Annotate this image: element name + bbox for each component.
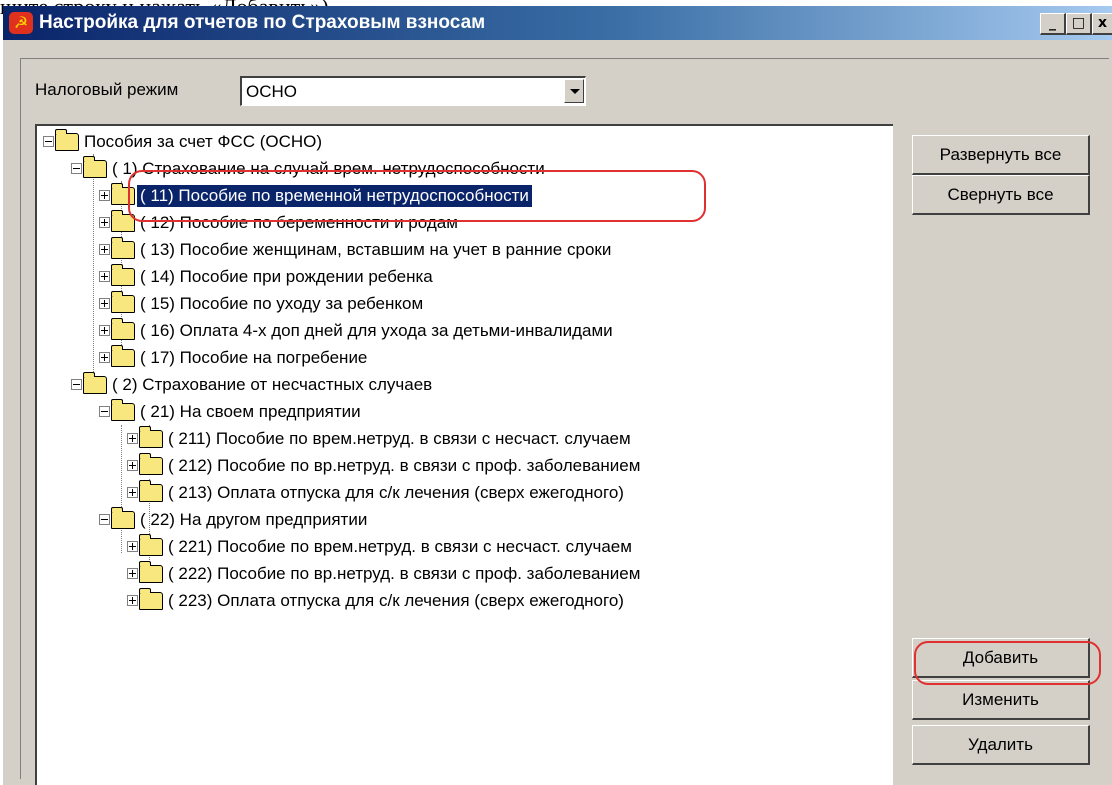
folder-icon [83,156,107,178]
folder-icon [55,129,79,151]
tree-node-label: ( 211) Пособие по врем.нетруд. в связи с… [168,429,631,448]
expand-icon[interactable] [127,460,138,471]
expand-icon[interactable] [127,568,138,579]
folder-icon [139,588,163,610]
tax-mode-label: Налоговый режим [35,80,179,99]
tree-node-label-selected: ( 11) Пособие по временной нетрудоспособ… [137,185,532,207]
collapse-icon[interactable] [71,379,82,390]
tree-node-label: ( 1) Страхование на случай врем. нетрудо… [112,159,545,178]
folder-icon [139,561,163,583]
tree-node-label: ( 213) Оплата отпуска для с/к лечения (с… [168,483,624,502]
expand-icon[interactable] [99,244,110,255]
expand-icon[interactable] [127,433,138,444]
tree-node-label: ( 221) Пособие по врем.нетруд. в связи с… [168,537,632,556]
tax-mode-value: ОСНО [246,82,297,101]
expand-icon[interactable] [99,190,110,201]
folder-icon [139,426,163,448]
expand-icon[interactable] [99,325,110,336]
expand-icon[interactable] [127,541,138,552]
folder-icon [111,183,135,205]
tree-node-label: Пособия за счет ФСС (ОСНО) [84,132,323,151]
tree-node-label: ( 21) На своем предприятии [140,402,361,421]
folder-icon [139,480,163,502]
folder-icon [139,453,163,475]
expand-all-button[interactable]: Развернуть все [912,135,1090,175]
folder-icon [111,345,135,367]
folder-icon [111,210,135,232]
tree-line [121,425,122,553]
window-title: Настройка для отчетов по Страховым взнос… [39,12,486,33]
collapse-icon[interactable] [71,163,82,174]
expand-icon[interactable] [99,217,110,228]
tree-node-label: ( 13) Пособие женщинам, вставшим на учет… [140,240,612,259]
tree-node-label: ( 2) Страхование от несчастных случаев [112,375,433,394]
folder-icon [111,399,135,421]
expand-icon[interactable] [99,352,110,363]
collapse-icon[interactable] [99,514,110,525]
expand-icon[interactable] [127,487,138,498]
tree-node-label: ( 212) Пособие по вр.нетруд. в связи с п… [168,456,641,475]
expand-icon[interactable] [99,271,110,282]
tree-node-label: ( 22) На другом предприятии [140,510,368,529]
folder-icon [111,237,135,259]
folder-icon [111,291,135,313]
dropdown-arrow-icon[interactable] [564,79,584,103]
tree-node-label: ( 223) Оплата отпуска для с/к лечения (с… [168,591,624,610]
tree-node-label: ( 222) Пособие по вр.нетруд. в связи с п… [168,564,641,583]
tree-node-label: ( 15) Пособие по уходу за ребенком [140,294,424,313]
expand-icon[interactable] [99,298,110,309]
folder-icon [111,318,135,340]
tree-node-label: ( 17) Пособие на погребение [140,348,368,367]
tree-node-label: ( 16) Оплата 4-х доп дней для ухода за д… [140,321,613,340]
tax-mode-combobox[interactable]: ОСНО [240,76,586,106]
title-bar[interactable]: ☭ Настройка для отчетов по Страховым взн… [3,6,1112,40]
tree-node-label: ( 14) Пособие при рождении ребенка [140,267,433,286]
collapse-icon[interactable] [43,136,54,147]
delete-button[interactable]: Удалить [912,725,1090,765]
add-button[interactable]: Добавить [912,638,1090,678]
folder-icon [111,264,135,286]
folder-icon [139,534,163,556]
minimize-button[interactable]: _ [1040,13,1066,35]
maximize-button[interactable]: □ [1066,13,1092,35]
tree-node-label: ( 12) Пособие по беременности и родам [140,213,458,232]
benefits-tree[interactable]: Пособия за счет ФСС (ОСНО) ( 1) Страхова… [35,124,893,785]
app-icon: ☭ [9,12,33,34]
tree-line [93,154,94,390]
close-button[interactable]: x [1092,13,1112,35]
collapse-icon[interactable] [99,406,110,417]
folder-icon [111,507,135,529]
expand-icon[interactable] [127,595,138,606]
folder-icon [83,372,107,394]
edit-button[interactable]: Изменить [912,680,1090,720]
collapse-all-button[interactable]: Свернуть все [912,175,1090,215]
